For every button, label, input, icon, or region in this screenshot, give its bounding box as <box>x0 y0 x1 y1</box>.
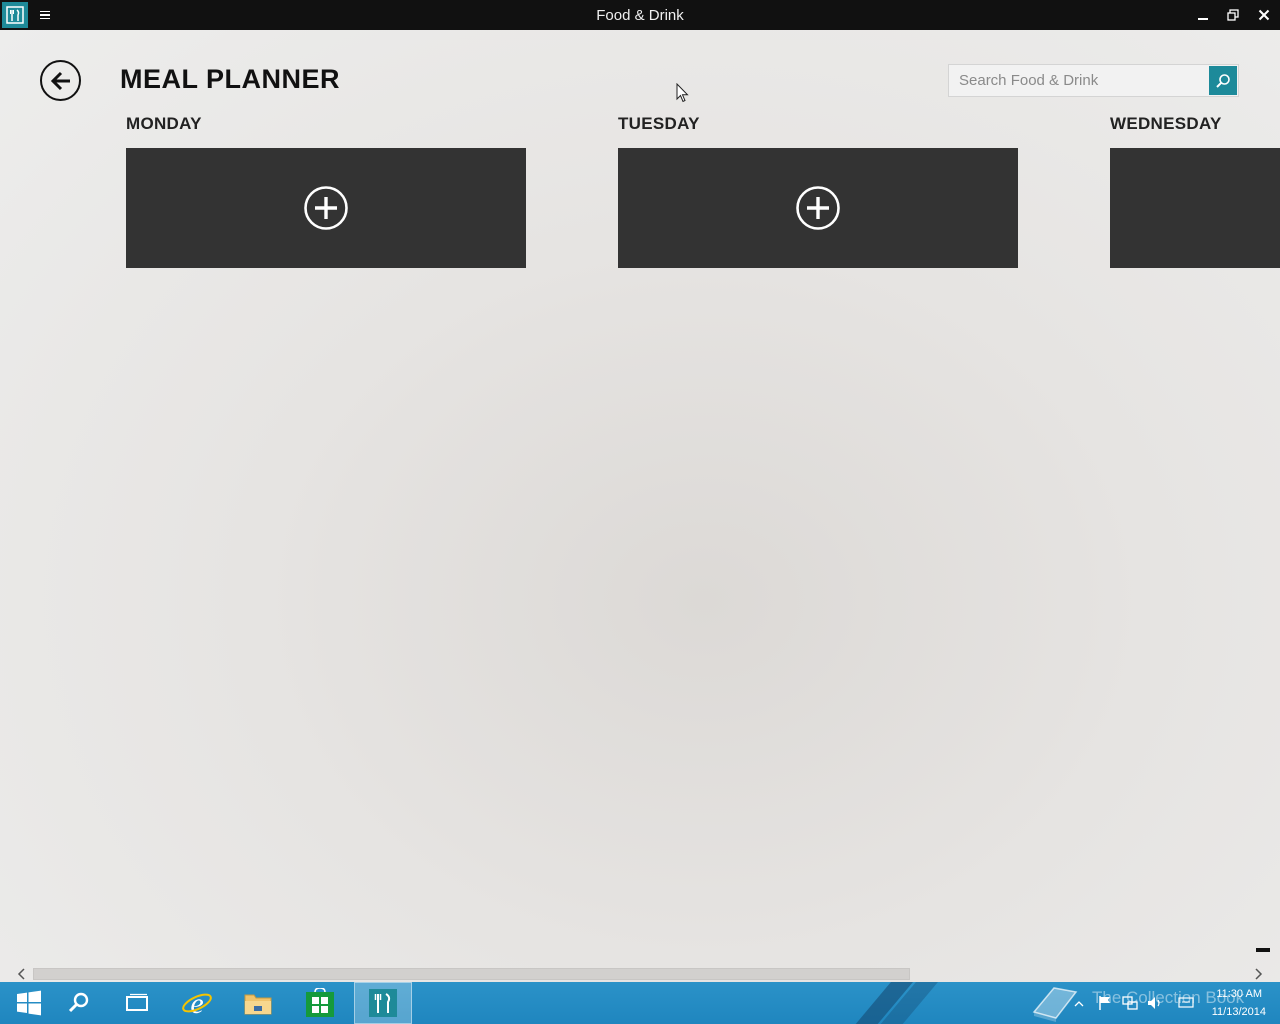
search-button[interactable] <box>1209 66 1237 95</box>
internet-explorer-button[interactable]: e <box>168 982 226 1024</box>
horizontal-scrollbar[interactable] <box>0 966 1280 982</box>
day-label: WEDNESDAY <box>1110 114 1222 133</box>
folder-icon <box>244 994 272 1015</box>
title-bar: Food & Drink <box>0 0 1280 30</box>
add-meal-tile-tuesday[interactable] <box>618 148 1018 268</box>
arrow-left-icon <box>50 71 70 90</box>
scroll-thumb[interactable] <box>33 968 910 980</box>
volume-icon[interactable] <box>1146 995 1164 1011</box>
file-explorer-button[interactable] <box>229 982 287 1024</box>
windows-logo-icon <box>17 990 41 1016</box>
restore-button[interactable] <box>1218 0 1248 30</box>
search-taskbar-button[interactable] <box>50 982 108 1024</box>
chevron-left-icon <box>17 968 25 980</box>
day-column-monday: MONDAY <box>126 114 526 268</box>
restore-icon <box>1227 9 1239 21</box>
food-drink-taskbar-button[interactable] <box>354 982 412 1024</box>
internet-explorer-icon: e <box>182 987 212 1019</box>
flag-icon[interactable] <box>1098 995 1112 1011</box>
add-circle-icon <box>796 186 840 230</box>
clock-time[interactable]: 11:30 AM <box>1216 988 1262 1000</box>
page-title: MEAL PLANNER <box>120 64 341 94</box>
close-button[interactable] <box>1249 0 1279 30</box>
app-content: MEAL PLANNER MONDAY TUESDAY <box>0 30 1280 982</box>
search-icon <box>1216 73 1230 88</box>
search-box <box>948 64 1239 97</box>
svg-text:e: e <box>190 987 203 1019</box>
minimize-icon <box>1198 18 1208 20</box>
network-icon[interactable] <box>1122 995 1138 1011</box>
task-view-button[interactable] <box>108 982 166 1024</box>
magnifier-icon <box>68 992 89 1013</box>
back-button[interactable] <box>40 60 81 101</box>
window-title: Food & Drink <box>596 7 684 24</box>
keyboard-icon[interactable] <box>1178 996 1194 1010</box>
add-meal-tile-wednesday[interactable] <box>1110 148 1280 268</box>
zoom-out-button[interactable] <box>1256 948 1270 952</box>
system-tray: 11:30 AM 11/13/2014 <box>1072 982 1280 1024</box>
day-label: MONDAY <box>126 114 202 133</box>
chevron-right-icon <box>1255 968 1263 980</box>
food-drink-icon <box>369 989 397 1017</box>
scroll-right-button[interactable] <box>1248 966 1268 982</box>
day-label: TUESDAY <box>618 114 700 133</box>
chevron-up-icon[interactable] <box>1074 1000 1084 1008</box>
minimize-button[interactable] <box>1188 0 1218 30</box>
store-button[interactable] <box>291 982 349 1024</box>
task-view-icon <box>126 993 148 1011</box>
clock-date[interactable]: 11/13/2014 <box>1212 1006 1266 1018</box>
add-circle-icon <box>304 186 348 230</box>
day-column-wednesday: WEDNESDAY <box>1110 114 1280 268</box>
close-icon <box>1258 9 1270 21</box>
mouse-cursor-icon <box>676 83 689 103</box>
search-input[interactable] <box>949 65 1209 96</box>
day-column-tuesday: TUESDAY <box>618 114 1018 268</box>
store-icon <box>306 988 334 1017</box>
scroll-left-button[interactable] <box>12 966 32 982</box>
add-meal-tile-monday[interactable] <box>126 148 526 268</box>
taskbar: e The Collection Book 11:30 AM 11/13/201… <box>0 982 1280 1024</box>
